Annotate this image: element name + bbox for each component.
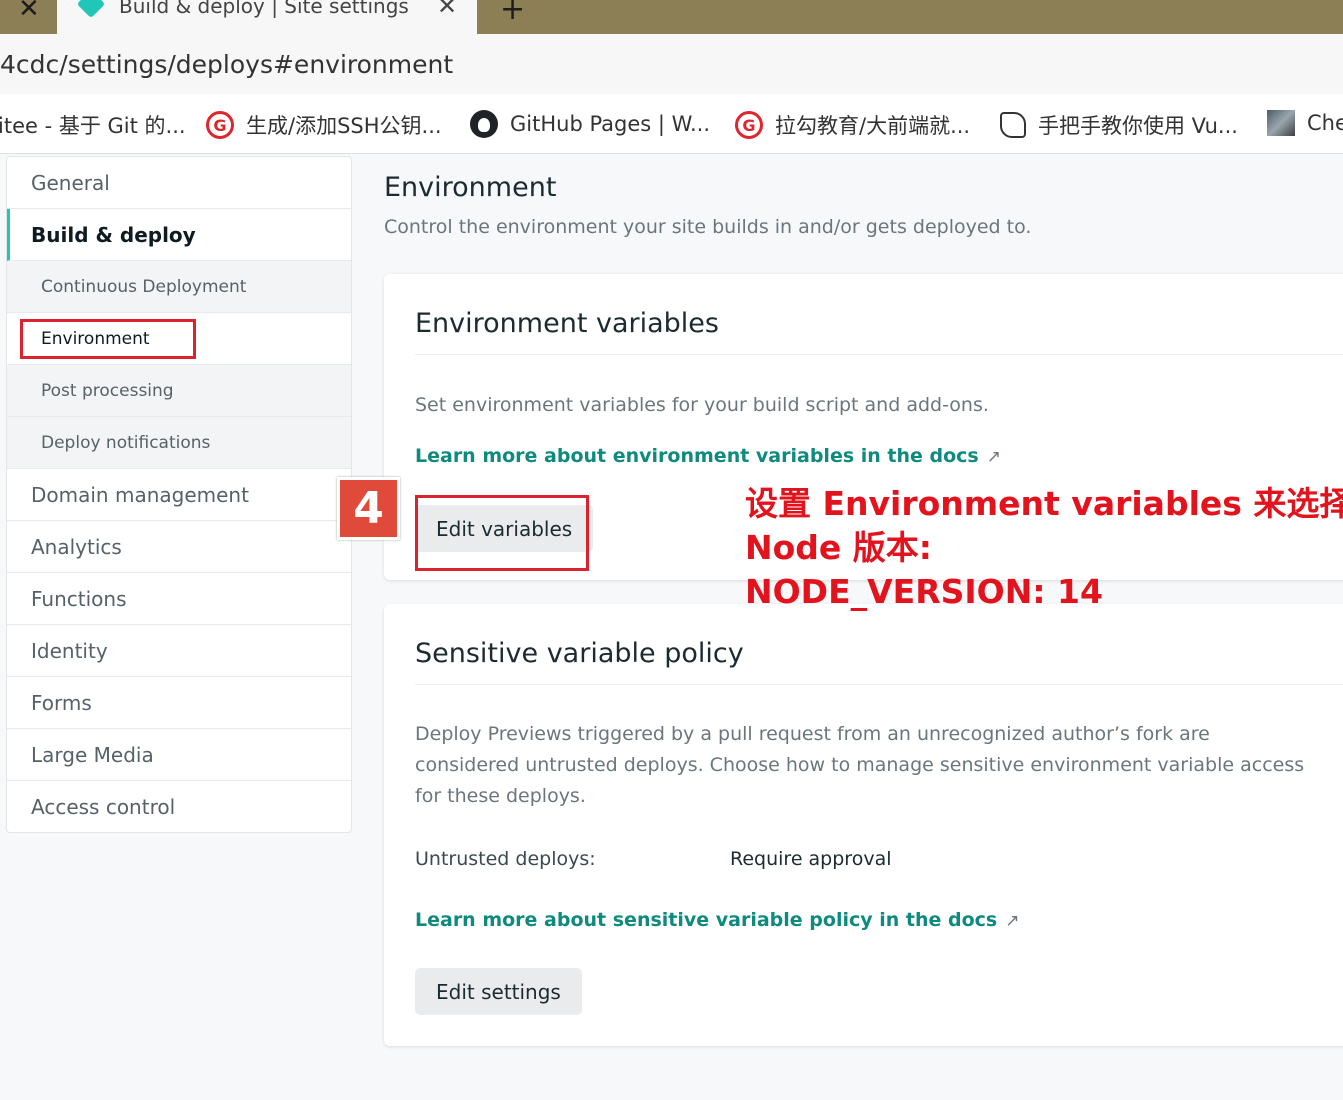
edit-settings-button[interactable]: Edit settings: [415, 968, 582, 1015]
sidebar-item-label: Deploy notifications: [41, 432, 211, 453]
sidebar-item-analytics[interactable]: Analytics: [7, 521, 351, 573]
card-description: Deploy Previews triggered by a pull requ…: [415, 723, 1305, 807]
close-icon[interactable]: ✕: [18, 0, 40, 24]
untrusted-deploys-value: Require approval: [730, 848, 892, 870]
sidebar-item-label: Identity: [31, 638, 108, 663]
sidebar-item-label: Large Media: [31, 742, 154, 767]
sidebar-item-large-media[interactable]: Large Media: [7, 729, 351, 781]
sidebar-item-label: Functions: [31, 586, 127, 611]
address-bar[interactable]: 4cdc/settings/deploys#environment: [0, 34, 1343, 94]
tab-title: Build & deploy | Site settings: [119, 0, 409, 18]
page-description: Control the environment your site builds…: [384, 216, 1032, 238]
annotation-line: 设置 Environment variables 来选择: [745, 484, 1343, 523]
bookmark-label: Che: [1307, 111, 1343, 135]
untrusted-deploys-label: Untrusted deploys:: [415, 848, 596, 870]
bookmark-item[interactable]: itee - 基于 Git 的...: [0, 110, 186, 140]
tab-close-icon[interactable]: ✕: [437, 0, 457, 20]
link-label: Learn more about sensitive variable poli…: [415, 909, 998, 931]
bookmark-item[interactable]: G 拉勾教育/大前端就...: [735, 110, 970, 140]
sidebar-subitem-post-processing[interactable]: Post processing: [7, 365, 351, 417]
sidebar-item-forms[interactable]: Forms: [7, 677, 351, 729]
sidebar-item-domain-management[interactable]: Domain management: [7, 469, 351, 521]
bookmark-item[interactable]: 手把手教你使用 Vu...: [1000, 110, 1238, 140]
sidebar-item-identity[interactable]: Identity: [7, 625, 351, 677]
annotation-line: NODE_VERSION: 14: [745, 572, 1103, 611]
bookmark-item[interactable]: Che: [1267, 110, 1343, 136]
github-icon: [470, 110, 498, 138]
env-docs-link[interactable]: Learn more about environment variables i…: [415, 445, 1001, 467]
sidebar-item-label: Forms: [31, 690, 92, 715]
sensitive-variable-policy-card: Sensitive variable policy Deploy Preview…: [384, 604, 1343, 1046]
sidebar-item-label: Domain management: [31, 482, 249, 507]
bookmark-item[interactable]: G 生成/添加SSH公钥...: [206, 110, 442, 140]
bookmark-label: GitHub Pages | W...: [510, 112, 711, 136]
gitee-icon: G: [206, 111, 234, 139]
bookmark-label: 生成/添加SSH公钥...: [246, 114, 442, 138]
bookmarks-bar: itee - 基于 Git 的... G 生成/添加SSH公钥... GitHu…: [0, 94, 1343, 154]
settings-sidebar: General Build & deploy Continuous Deploy…: [6, 156, 352, 833]
bookmark-label: 手把手教你使用 Vu...: [1038, 114, 1238, 138]
divider: [415, 354, 1343, 355]
sidebar-item-label: Access control: [31, 795, 176, 819]
divider: [415, 684, 1343, 685]
sidebar-subitem-deploy-notifications[interactable]: Deploy notifications: [7, 417, 351, 469]
bookmark-label: 拉勾教育/大前端就...: [775, 114, 971, 138]
sidebar-item-label: Analytics: [31, 534, 122, 559]
url-text[interactable]: 4cdc/settings/deploys#environment: [0, 50, 453, 79]
bookmark-item[interactable]: GitHub Pages | W...: [470, 110, 710, 138]
tab-strip: ✕ Build & deploy | Site settings ✕ +: [0, 0, 1343, 34]
card-title: Environment variables: [415, 308, 719, 339]
policy-docs-link[interactable]: Learn more about sensitive variable poli…: [415, 909, 1019, 931]
image-thumbnail-icon: [1267, 110, 1295, 136]
card-title: Sensitive variable policy: [415, 638, 744, 669]
gitee-icon: G: [735, 111, 763, 139]
sidebar-item-label: Build & deploy: [31, 222, 196, 247]
active-tab[interactable]: Build & deploy | Site settings ✕: [57, 0, 477, 34]
sidebar-item-label: Continuous Deployment: [41, 276, 247, 297]
environment-highlight-box: [20, 319, 196, 359]
sidebar-item-label: Post processing: [41, 380, 174, 401]
edit-variables-highlight-box: [415, 495, 589, 571]
page-title: Environment: [384, 172, 557, 203]
new-tab-plus-icon[interactable]: +: [500, 0, 525, 27]
sidebar-item-functions[interactable]: Functions: [7, 573, 351, 625]
sidebar-item-build-deploy[interactable]: Build & deploy: [7, 209, 351, 261]
external-link-icon: ↗: [1005, 911, 1020, 931]
card-description: Set environment variables for your build…: [415, 394, 989, 416]
annotation-line: Node 版本:: [745, 528, 932, 567]
link-label: Learn more about environment variables i…: [415, 445, 979, 467]
annotation-text: 设置 Environment variables 来选择 Node 版本: NO…: [745, 482, 1343, 614]
external-link-icon: ↗: [986, 447, 1001, 467]
sidebar-item-label: General: [31, 170, 110, 195]
sidebar-subitem-continuous-deployment[interactable]: Continuous Deployment: [7, 261, 351, 313]
bookmark-label: itee - 基于 Git 的...: [0, 114, 186, 138]
vue-icon: [1000, 112, 1026, 138]
step-number-badge: 4: [337, 477, 400, 540]
netlify-favicon-icon: [76, 0, 106, 19]
sidebar-item-access-control[interactable]: Access control: [7, 781, 351, 833]
sidebar-item-general[interactable]: General: [7, 157, 351, 209]
